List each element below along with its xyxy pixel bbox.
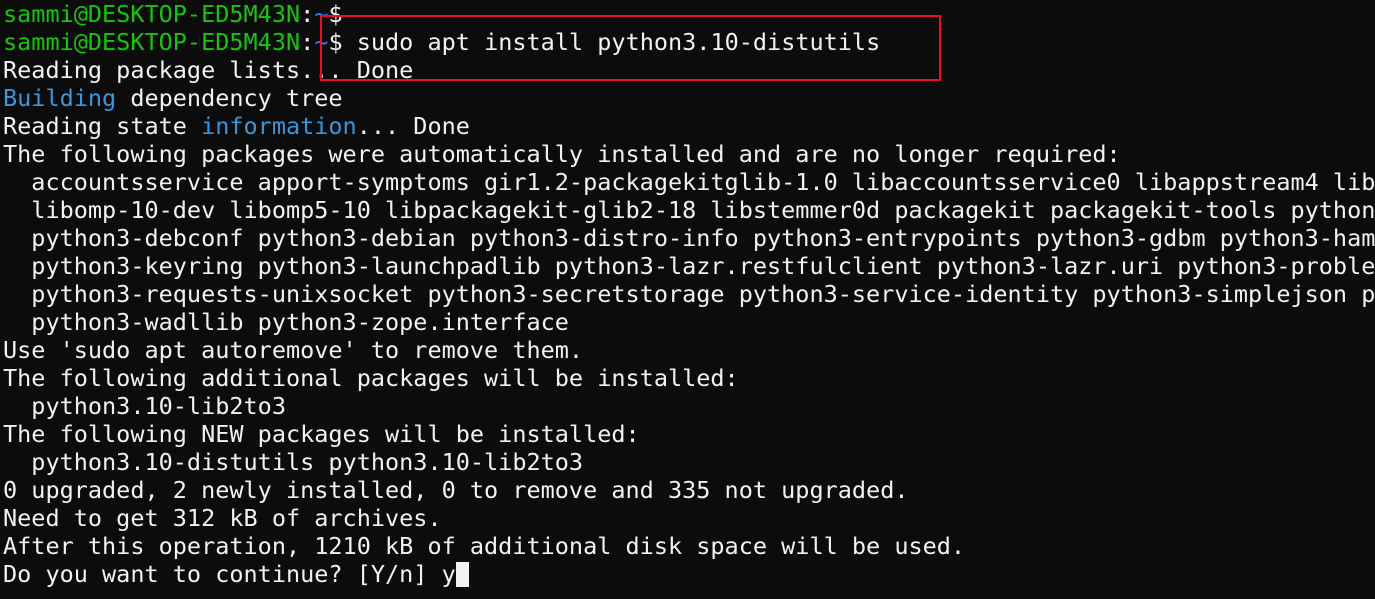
prompt-user-host: sammi@DESKTOP-ED5M43N [3,28,301,56]
prompt-symbol: $ [328,0,343,28]
prompt-line-empty: sammi@DESKTOP-ED5M43N:~$ [3,0,1375,28]
output-auto-header: The following packages were automaticall… [3,140,1121,168]
output-new-packages: python3.10-distutils python3.10-lib2to3 [3,448,584,476]
output-summary: 0 upgraded, 2 newly installed, 0 to remo… [3,476,909,504]
output-building: Building dependency tree [3,84,1375,112]
prompt-path: ~ [314,0,329,28]
prompt-path: ~ [314,28,329,56]
terminal-window[interactable]: sammi@DESKTOP-ED5M43N:~$ sammi@DESKTOP-E… [0,0,1375,599]
prompt-symbol: $ [328,28,343,56]
output-auto-packages-line: libomp-10-dev libomp5-10 libpackagekit-g… [3,196,1375,224]
output-auto-packages-line: python3-wadllib python3-zope.interface [3,308,569,336]
prompt-separator: : [300,0,315,28]
prompt-separator: : [300,28,315,56]
output-auto-packages-line: accountsservice apport-symptoms gir1.2-p… [3,168,1375,196]
output-autoremove: Use 'sudo apt autoremove' to remove them… [3,336,584,364]
user-input[interactable]: y [442,560,456,588]
output-auto-packages-line: python3-debconf python3-debian python3-d… [3,224,1375,252]
prompt-user-host: sammi@DESKTOP-ED5M43N [3,0,301,28]
output-auto-packages-line: python3-requests-unixsocket python3-secr… [3,280,1375,308]
terminal-output: sammi@DESKTOP-ED5M43N:~$ sammi@DESKTOP-E… [3,0,1375,588]
building-keyword: Building [3,84,117,112]
prompt-line-command: sammi@DESKTOP-ED5M43N:~$ sudo apt instal… [3,28,1375,56]
continue-prompt: Do you want to continue? [Y/n] [3,560,442,588]
output-after: After this operation, 1210 kB of additio… [3,532,966,560]
output-new-header: The following NEW packages will be insta… [3,420,640,448]
state-keyword: information [201,112,357,140]
state-pre: Reading state [3,112,202,140]
state-post: ... Done [356,112,470,140]
building-rest: dependency tree [116,84,343,112]
output-additional-packages: python3.10-lib2to3 [3,392,286,420]
output-reading-lists: Reading package lists... Done [3,56,414,84]
continue-prompt-line[interactable]: Do you want to continue? [Y/n] y [3,560,1375,588]
output-auto-packages-line: python3-keyring python3-launchpadlib pyt… [3,252,1375,280]
output-reading-state: Reading state information... Done [3,112,1375,140]
text-cursor [455,561,469,587]
output-additional-header: The following additional packages will b… [3,364,739,392]
command-text: sudo apt install python3.10-distutils [342,28,881,56]
output-need: Need to get 312 kB of archives. [3,504,442,532]
